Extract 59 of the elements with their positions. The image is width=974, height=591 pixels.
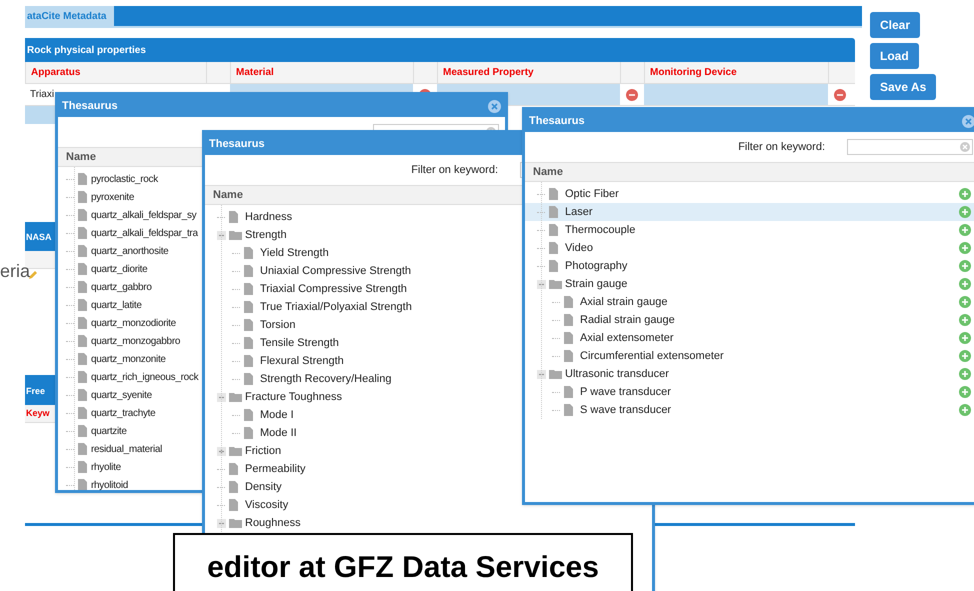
tree-item-label: quartz_gabbro — [91, 280, 152, 294]
window-title: Thesaurus — [529, 114, 585, 129]
tree-item-label: quartz_alkali_feldspar_sy — [91, 208, 196, 222]
tree-item-label: quartz_latite — [91, 298, 142, 312]
tree-item-label: quartz_anorthosite — [91, 244, 168, 258]
filter-label: Filter on keyword: — [411, 162, 498, 178]
tree-item-label: Permeability — [245, 462, 306, 477]
tree-item-label: Strength — [245, 228, 287, 243]
tree-item-label: Hardness — [245, 210, 292, 225]
tree-item-label: Video — [565, 240, 593, 256]
panel-title: NASA — [26, 231, 52, 244]
tree-item-label: Ultrasonic transducer — [565, 366, 669, 382]
tree-item-label: pyroxenite — [91, 190, 134, 204]
window-title: Thesaurus — [209, 136, 265, 152]
tree-item-label: quartz_trachyte — [91, 406, 156, 420]
tree-item-label: Circumferential extensometer — [580, 348, 724, 364]
tree-item-label: Axial extensometer — [580, 330, 674, 346]
tree-item-label: quartzite — [91, 424, 127, 438]
tree-item-label: Laser — [565, 204, 593, 220]
tree-item-label: Thermocouple — [565, 222, 636, 238]
tree-item-label: Optic Fiber — [565, 186, 619, 202]
tree-item-label: Photography — [565, 258, 628, 274]
tree-item-label: Axial strain gauge — [580, 294, 668, 310]
tree-item-label: rhyolite — [91, 460, 121, 474]
tree-item-label: Roughness — [245, 516, 301, 531]
tree-item-label: quartz_alkali_feldspar_tra — [91, 226, 198, 240]
section-label: eria — [0, 260, 30, 283]
tree-item-label: Radial strain gauge — [580, 312, 675, 328]
tree-item-label: quartz_monzodiorite — [91, 316, 176, 330]
tree-item-label: Flexural Strength — [260, 354, 344, 369]
tree-item-label: P wave transducer — [580, 384, 671, 400]
tree-item-label: Triaxial Compressive Strength — [260, 282, 407, 297]
panel-title: Rock physical properties — [27, 44, 146, 58]
tree-item-label: quartz_rich_igneous_rock — [91, 370, 198, 384]
tree-item-label: Uniaxial Compressive Strength — [260, 264, 412, 279]
tree-item-label: rhyolitoid — [91, 478, 128, 490]
tree-item-label: Torsion — [260, 318, 296, 333]
tree-item-label: Yield Strength — [260, 246, 329, 261]
tree-item-label: Density — [245, 480, 282, 495]
caption: editor at GFZ Data Services — [207, 550, 599, 586]
filter-label: Filter on keyword: — [738, 140, 825, 155]
tree-item-label: Strain gauge — [565, 276, 628, 292]
tree-item-label: Friction — [245, 444, 282, 459]
tree-item-label: quartz_diorite — [91, 262, 148, 276]
tree-item-label: Fracture Toughness — [245, 390, 342, 405]
panel-title: Free — [26, 384, 46, 398]
tree-item-label: quartz_syenite — [91, 388, 152, 402]
tree-item-label: quartz_monzonite — [91, 352, 166, 366]
tree-item-label: Strength Recovery/Healing — [260, 372, 392, 387]
tree-item-label: pyroclastic_rock — [91, 172, 158, 186]
window-title: Thesaurus — [62, 98, 118, 114]
tree-item-label: quartz_monzogabbro — [91, 334, 180, 348]
tree-item-label: residual_material — [91, 442, 162, 456]
tree-item-label: Mode I — [260, 408, 294, 423]
tree-item-label: Mode II — [260, 426, 297, 441]
tree-item-label: Tensile Strength — [260, 336, 339, 351]
tree-item-label: Viscosity — [245, 498, 288, 513]
tree-item-label: S wave transducer — [580, 402, 672, 418]
tree-item-label: True Triaxial/Polyaxial Strength — [260, 300, 412, 315]
